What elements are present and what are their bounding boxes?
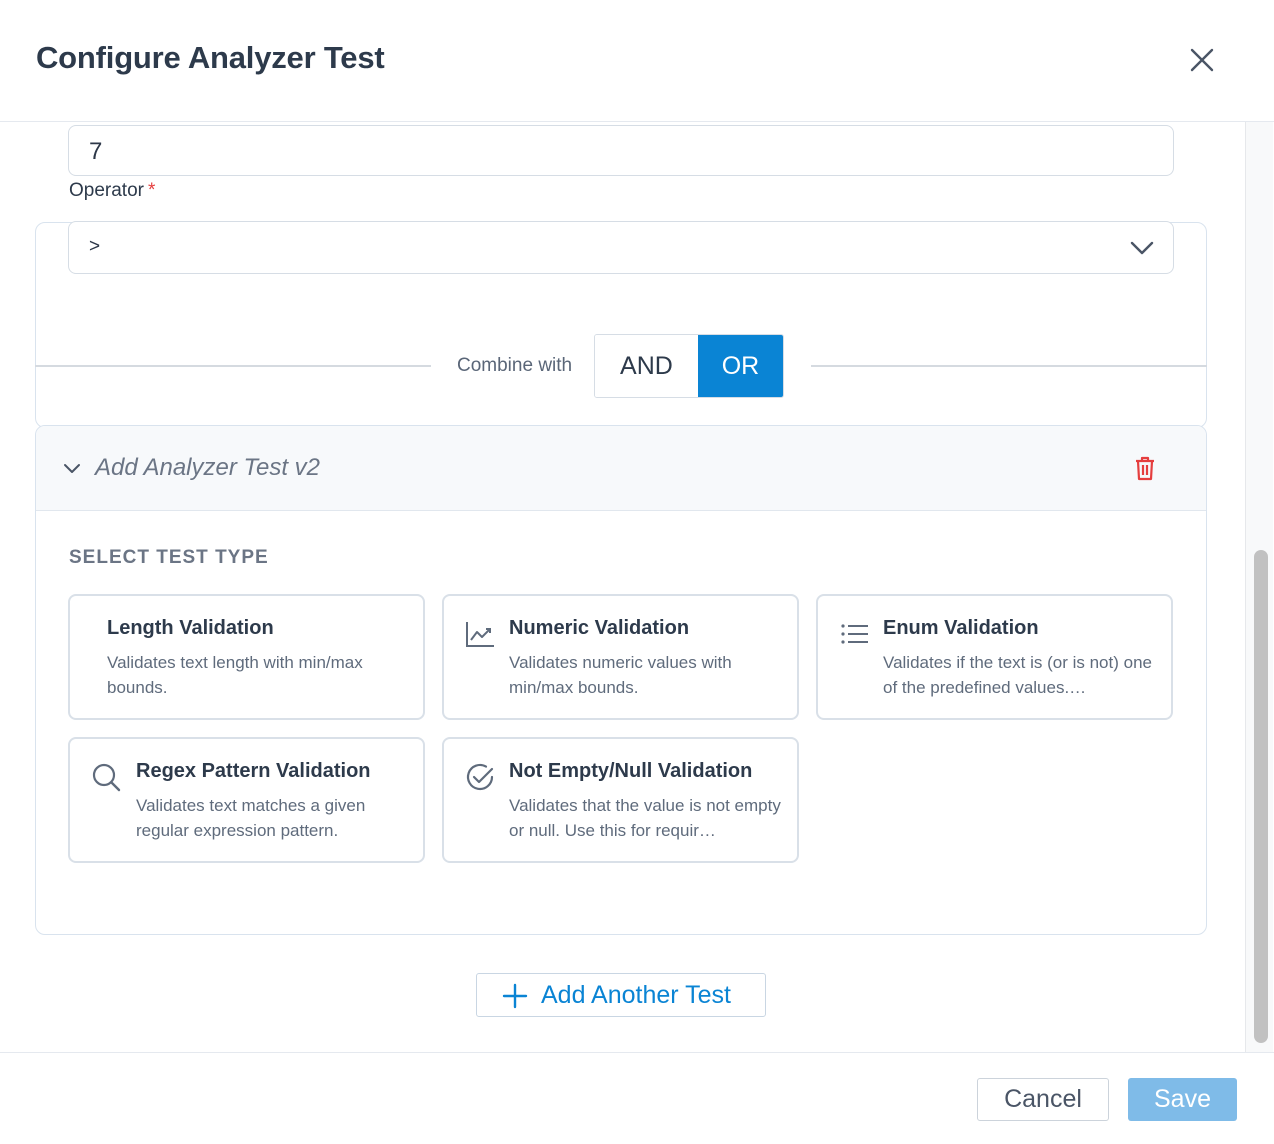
operator-selected-value: >	[89, 236, 101, 257]
tile-description: Validates that the value is not empty or…	[509, 796, 781, 840]
modal-title: Configure Analyzer Test	[36, 40, 385, 75]
cancel-button[interactable]: Cancel	[977, 1078, 1109, 1121]
save-button[interactable]: Save	[1128, 1078, 1237, 1121]
close-button[interactable]	[1184, 42, 1220, 78]
analyzer-test-header[interactable]: Add Analyzer Test v2	[36, 426, 1206, 511]
search-icon	[92, 763, 121, 792]
operator-select[interactable]: >	[68, 221, 1174, 274]
combine-label: Combine with	[457, 355, 573, 376]
required-marker: *	[147, 180, 156, 201]
test-type-numeric[interactable]: Numeric Validation Validates numeric val…	[442, 594, 799, 720]
chevron-down-icon[interactable]	[62, 459, 82, 479]
tile-title: Numeric Validation	[509, 617, 690, 639]
plus-icon	[502, 983, 528, 1009]
test-type-not-empty[interactable]: Not Empty/Null Validation Validates that…	[442, 737, 799, 863]
add-another-test-label: Add Another Test	[541, 981, 731, 1009]
combine-and-button[interactable]: AND	[595, 335, 698, 397]
divider-left	[35, 365, 431, 367]
tile-title: Regex Pattern Validation	[136, 760, 371, 782]
add-another-test-button[interactable]: Add Another Test	[476, 973, 766, 1017]
scrollbar-thumb[interactable]	[1254, 550, 1268, 1043]
modal-header: Configure Analyzer Test	[0, 0, 1274, 122]
tile-description: Validates numeric values with min/max bo…	[509, 653, 732, 697]
tile-description: Validates text length with min/max bound…	[107, 653, 363, 697]
tile-description: Validates text matches a given regular e…	[136, 796, 366, 840]
test-type-length[interactable]: Length Validation Validates text length …	[68, 594, 425, 720]
tile-title: Enum Validation	[883, 617, 1039, 639]
chevron-down-icon	[1130, 241, 1154, 255]
tile-title: Length Validation	[107, 617, 274, 639]
tile-description: Validates if the text is (or is not) one…	[883, 653, 1152, 697]
list-icon	[841, 624, 868, 644]
value-input[interactable]: 7	[68, 125, 1174, 176]
chart-line-icon	[466, 622, 494, 647]
combine-toggle: AND OR	[594, 334, 784, 398]
trash-icon[interactable]	[1130, 453, 1160, 483]
divider-right	[811, 365, 1207, 367]
test-type-enum[interactable]: Enum Validation Validates if the text is…	[816, 594, 1173, 720]
test-type-regex[interactable]: Regex Pattern Validation Validates text …	[68, 737, 425, 863]
analyzer-test-title: Add Analyzer Test v2	[95, 454, 321, 481]
combine-or-button[interactable]: OR	[697, 335, 783, 397]
check-circle-icon	[466, 763, 494, 791]
operator-label-text: Operator	[69, 180, 144, 201]
section-label: SELECT TEST TYPE	[69, 547, 269, 568]
close-icon	[1190, 48, 1214, 72]
operator-label: Operator *	[69, 180, 155, 202]
tile-title: Not Empty/Null Validation	[509, 760, 753, 782]
